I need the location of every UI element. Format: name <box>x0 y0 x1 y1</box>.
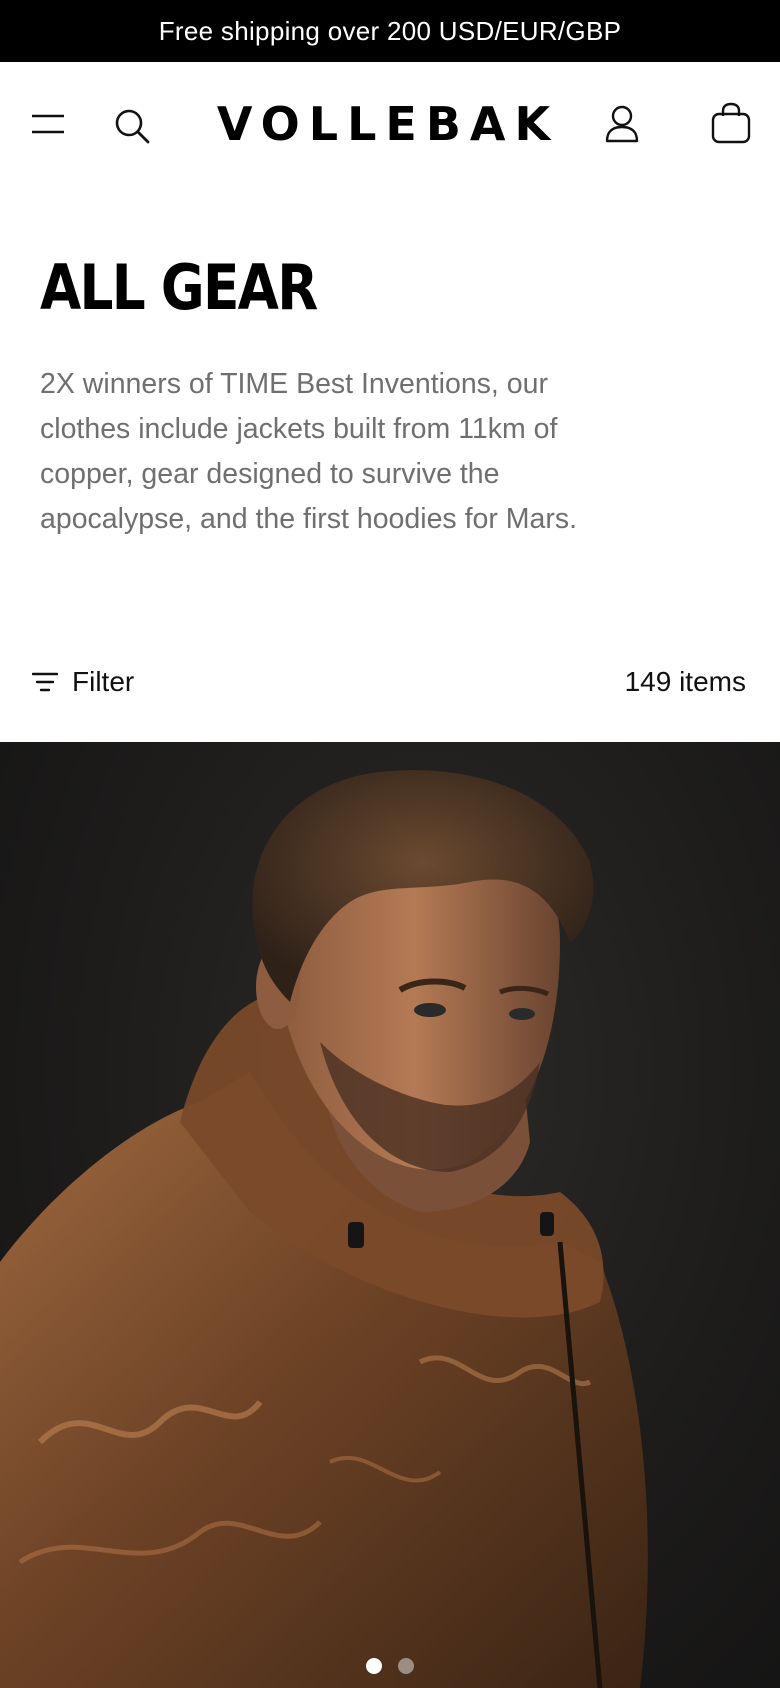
user-icon <box>605 105 639 143</box>
product-hero-image[interactable] <box>0 742 780 1688</box>
account-button[interactable] <box>598 98 646 150</box>
logo-text: VOLLEBAK <box>216 97 560 151</box>
menu-icon <box>32 114 64 134</box>
filter-label: Filter <box>72 666 135 697</box>
site-header: VOLLEBAK <box>0 62 780 190</box>
carousel-dot-1[interactable] <box>366 1658 382 1674</box>
filter-lines-icon <box>32 672 58 692</box>
carousel-dot-2[interactable] <box>398 1658 414 1674</box>
hero-illustration <box>0 770 648 1688</box>
filter-bar: Filter 149 items <box>0 654 780 710</box>
collection-description: 2X winners of TIME Best Inventions, our … <box>40 368 578 535</box>
search-icon <box>115 109 150 144</box>
menu-button[interactable] <box>24 100 72 148</box>
page-title: ALL GEAR <box>40 251 318 324</box>
shopping-bag-icon <box>711 102 751 144</box>
announcement-text: Free shipping over 200 USD/EUR/GBP <box>158 15 622 46</box>
search-button[interactable] <box>106 100 158 152</box>
announcement-bar: Free shipping over 200 USD/EUR/GBP <box>0 0 780 62</box>
filter-button[interactable]: Filter <box>32 654 134 710</box>
carousel-indicators <box>0 1658 780 1678</box>
cart-button[interactable] <box>706 96 756 150</box>
item-count: 149 items <box>624 666 746 697</box>
site-logo[interactable]: VOLLEBAK <box>216 96 560 152</box>
